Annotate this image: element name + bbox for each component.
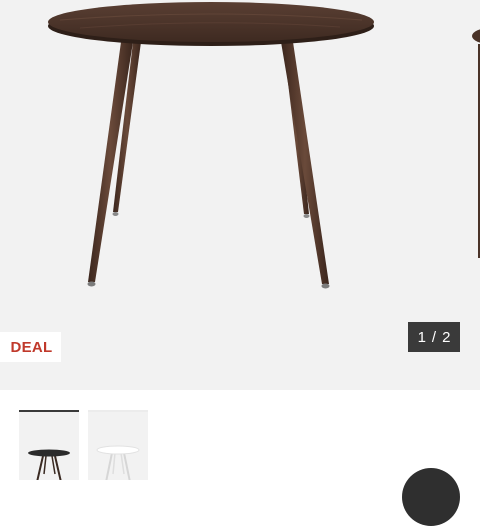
thumbnail-strip [0, 390, 480, 480]
thumbnail-white-table-image [96, 445, 140, 480]
thumbnail-dark-table-image [28, 449, 70, 480]
pager-total: 2 [442, 328, 451, 346]
table-leg-front-right [281, 42, 329, 284]
product-image-gallery[interactable]: DEAL 1 / 2 [0, 0, 480, 390]
table-leg-front-left [88, 42, 133, 282]
image-pager: 1 / 2 [408, 322, 460, 352]
next-image-peek [472, 29, 480, 43]
floating-action-button[interactable] [402, 468, 460, 526]
thumbnail-white-table[interactable] [88, 410, 148, 480]
table-top [48, 2, 374, 42]
thumbnail-dark-table[interactable] [19, 410, 79, 480]
pager-current: 1 [417, 328, 426, 346]
pager-separator: / [431, 328, 437, 346]
deal-badge: DEAL [0, 332, 61, 362]
